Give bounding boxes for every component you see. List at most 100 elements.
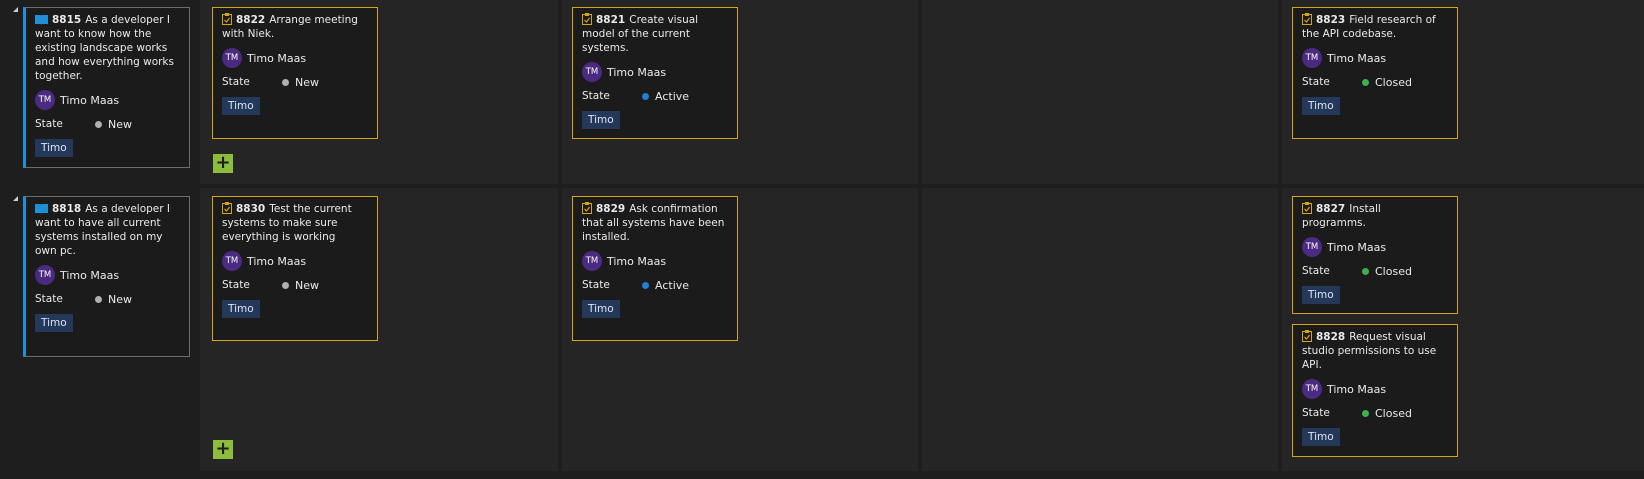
assignee[interactable]: TM Timo Maas	[35, 90, 180, 110]
task-clipboard-icon	[1302, 202, 1312, 214]
tag[interactable]: Timo	[582, 111, 620, 129]
task-clipboard-icon	[222, 202, 232, 214]
state-field[interactable]: State New	[222, 75, 368, 89]
state-value: New	[108, 292, 132, 306]
story-card[interactable]: 8815 As a developer I want to know how th…	[23, 7, 190, 168]
assignee-name: Timo Maas	[60, 93, 120, 107]
task-clipboard-icon	[582, 13, 592, 25]
assignee[interactable]: TM Timo Maas	[582, 251, 728, 271]
task-clipboard-icon	[1302, 13, 1312, 25]
state-value: New	[295, 278, 319, 292]
state-value: Closed	[1375, 264, 1412, 278]
collapse-row-toggle[interactable]	[13, 196, 18, 201]
avatar: TM	[1302, 48, 1322, 68]
avatar: TM	[222, 48, 242, 68]
avatar: TM	[222, 251, 242, 271]
assignee[interactable]: TM Timo Maas	[1302, 379, 1448, 399]
tag[interactable]: Timo	[1302, 428, 1340, 446]
task-card[interactable]: 8829 Ask confirmation that all systems ha…	[572, 196, 738, 341]
state-field[interactable]: State Closed	[1302, 406, 1448, 420]
book-icon	[35, 204, 48, 214]
card-title[interactable]: 8828 Request visual studio permissions to…	[1302, 330, 1448, 372]
card-title[interactable]: 8821 Create visual model of the current s…	[582, 13, 728, 55]
state-closed-icon	[1362, 78, 1369, 86]
tag[interactable]: Timo	[35, 314, 73, 332]
assignee[interactable]: TM Timo Maas	[222, 251, 368, 271]
state-field[interactable]: State Closed	[1302, 75, 1448, 89]
card-title[interactable]: 8830 Test the current systems to make sur…	[222, 202, 368, 244]
assignee-name: Timo Maas	[1327, 51, 1387, 65]
avatar: TM	[582, 251, 602, 271]
tag[interactable]: Timo	[1302, 97, 1340, 115]
assignee-name: Timo Maas	[607, 65, 667, 79]
task-card[interactable]: 8830 Test the current systems to make sur…	[212, 196, 378, 341]
task-card[interactable]: 8822 Arrange meeting with Niek. TM Timo M…	[212, 7, 378, 139]
assignee[interactable]: TM Timo Maas	[222, 48, 368, 68]
state-label: State	[1302, 265, 1330, 277]
tag[interactable]: Timo	[1302, 286, 1340, 304]
card-title[interactable]: 8823 Field research of the API codebase.	[1302, 13, 1448, 41]
tag[interactable]: Timo	[582, 300, 620, 318]
state-field[interactable]: State New	[222, 278, 368, 292]
card-title[interactable]: 8822 Arrange meeting with Niek.	[222, 13, 368, 41]
assignee[interactable]: TM Timo Maas	[582, 62, 728, 82]
avatar: TM	[1302, 379, 1322, 399]
state-field[interactable]: State Active	[582, 278, 728, 292]
tag[interactable]: Timo	[222, 300, 260, 318]
state-new-icon	[95, 120, 102, 128]
work-item-id: 8827	[1316, 203, 1346, 215]
task-clipboard-icon	[582, 202, 592, 214]
state-label: State	[1302, 407, 1330, 419]
state-label: State	[582, 279, 610, 291]
task-card[interactable]: 8823 Field research of the API codebase. …	[1292, 7, 1458, 139]
column-divider	[1278, 0, 1282, 471]
avatar: TM	[1302, 237, 1322, 257]
work-item-id: 8830	[236, 203, 266, 215]
tag[interactable]: Timo	[222, 97, 260, 115]
assignee-name: Timo Maas	[607, 254, 667, 268]
state-label: State	[35, 118, 63, 130]
task-card[interactable]: 8821 Create visual model of the current s…	[572, 7, 738, 139]
state-value: New	[108, 117, 132, 131]
tag[interactable]: Timo	[35, 139, 73, 157]
state-field[interactable]: State Closed	[1302, 264, 1448, 278]
state-label: State	[1302, 76, 1330, 88]
assignee-name: Timo Maas	[247, 254, 307, 268]
card-title[interactable]: 8815 As a developer I want to know how th…	[35, 13, 180, 83]
assignee-name: Timo Maas	[247, 51, 307, 65]
work-item-id: 8829	[596, 203, 626, 215]
card-title[interactable]: 8818 As a developer I want to have all cu…	[35, 202, 180, 258]
work-item-id: 8822	[236, 14, 266, 26]
add-task-button[interactable]: +	[213, 154, 233, 173]
assignee[interactable]: TM Timo Maas	[1302, 237, 1448, 257]
state-closed-icon	[1362, 409, 1369, 417]
task-card[interactable]: 8827 Install programms. TM Timo Maas Stat…	[1292, 196, 1458, 314]
add-task-button[interactable]: +	[213, 440, 233, 459]
assignee-name: Timo Maas	[1327, 240, 1387, 254]
state-field[interactable]: State Active	[582, 89, 728, 103]
assignee[interactable]: TM Timo Maas	[1302, 48, 1448, 68]
assignee-name: Timo Maas	[60, 268, 120, 282]
story-card[interactable]: 8818 As a developer I want to have all cu…	[23, 196, 190, 357]
state-field[interactable]: State New	[35, 292, 180, 306]
collapse-row-toggle[interactable]	[13, 7, 18, 12]
state-active-icon	[642, 92, 649, 100]
state-value: Active	[655, 89, 690, 103]
work-item-id: 8821	[596, 14, 626, 26]
state-value: Closed	[1375, 75, 1412, 89]
state-field[interactable]: State New	[35, 117, 180, 131]
work-item-id: 8815	[52, 14, 82, 26]
task-card[interactable]: 8828 Request visual studio permissions to…	[1292, 324, 1458, 457]
state-new-icon	[282, 78, 289, 86]
work-item-id: 8823	[1316, 14, 1346, 26]
card-title[interactable]: 8829 Ask confirmation that all systems ha…	[582, 202, 728, 244]
assignee[interactable]: TM Timo Maas	[35, 265, 180, 285]
column-divider	[918, 0, 922, 471]
state-new-icon	[282, 281, 289, 289]
state-active-icon	[642, 281, 649, 289]
work-item-id: 8818	[52, 203, 82, 215]
row-divider	[200, 184, 1644, 188]
avatar: TM	[35, 90, 55, 110]
state-value: Active	[655, 278, 690, 292]
card-title[interactable]: 8827 Install programms.	[1302, 202, 1448, 230]
